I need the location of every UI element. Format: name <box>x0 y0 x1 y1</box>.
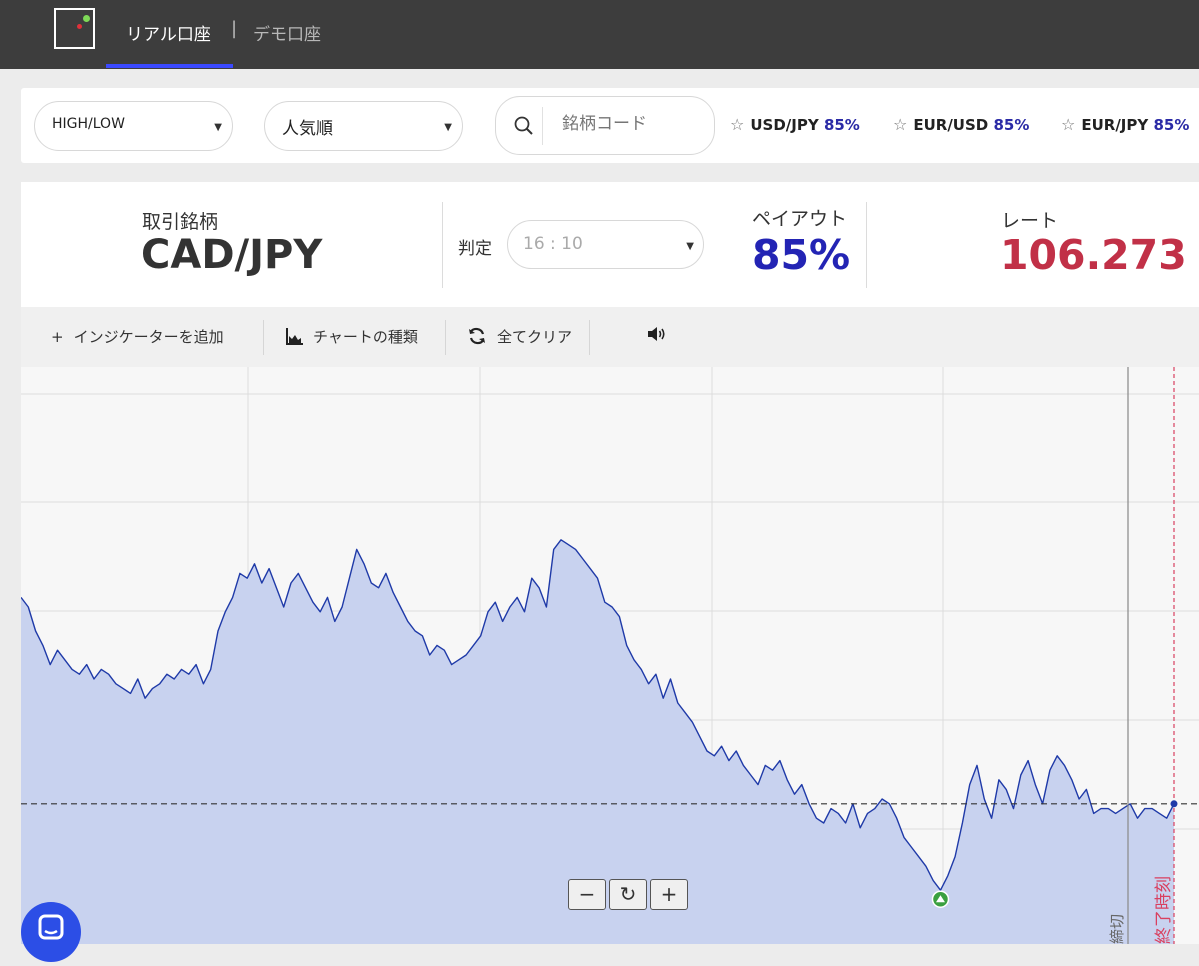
search-icon <box>514 116 533 135</box>
tab-separator: | <box>231 18 238 39</box>
app-logo[interactable] <box>54 8 95 49</box>
divider <box>442 202 443 288</box>
payout-label: ペイアウト <box>752 208 848 230</box>
symbol-label: 取引銘柄 <box>142 211 219 233</box>
tab-demo-account[interactable]: デモ口座 <box>253 20 321 45</box>
trade-type-select[interactable]: HIGH/LOW ▼ <box>34 101 233 151</box>
chat-icon <box>38 914 64 940</box>
caret-down-icon: ▼ <box>214 122 222 133</box>
zoom-out-button[interactable]: − <box>568 879 606 910</box>
favorite-pair-name: USD/JPY <box>750 116 819 134</box>
active-tab-indicator <box>106 64 233 68</box>
sort-order-select[interactable]: 人気順 ▼ <box>264 101 463 151</box>
zoom-in-button[interactable]: + <box>650 879 688 910</box>
trade-type-value: HIGH/LOW <box>52 116 125 132</box>
payout-value: 85% <box>752 231 851 279</box>
caret-down-icon: ▼ <box>686 241 694 252</box>
speaker-icon <box>648 327 665 341</box>
price-chart[interactable]: 締切 終了時刻 − ↻ + <box>21 367 1199 944</box>
reset-zoom-button[interactable]: ↻ <box>609 879 647 910</box>
favorite-pair-payout: 85% <box>993 116 1030 134</box>
add-indicator-label: インジケーターを追加 <box>73 328 224 346</box>
favorite-pair-eurjpy[interactable]: ☆ EUR/JPY 85% <box>1061 115 1189 134</box>
favorite-pair-usdjpy[interactable]: ☆ USD/JPY 85% <box>730 115 860 134</box>
divider <box>866 202 867 288</box>
chart-type-button[interactable]: チャートの種類 <box>286 326 418 347</box>
symbol-search-box[interactable] <box>495 96 715 155</box>
star-outline-icon[interactable]: ☆ <box>893 115 907 134</box>
filter-bar: HIGH/LOW ▼ 人気順 ▼ ☆ USD/JPY 85% ☆ EUR/USD 8… <box>21 88 1199 163</box>
search-divider <box>542 107 543 145</box>
rate-label: レート <box>1001 210 1059 232</box>
caret-down-icon: ▼ <box>444 122 452 133</box>
area-chart-icon <box>286 328 303 345</box>
favorite-pair-payout: 85% <box>1153 116 1190 134</box>
favorite-pair-eurusd[interactable]: ☆ EUR/USD 85% <box>893 115 1029 134</box>
logo-red-dot <box>77 24 82 29</box>
deadline-label: 締切 <box>1108 914 1126 944</box>
clear-all-button[interactable]: 全てクリア <box>467 326 572 347</box>
toolbar-divider <box>589 320 590 355</box>
judge-time-value: 16 : 10 <box>523 234 583 254</box>
symbol-search-input[interactable] <box>562 114 702 134</box>
price-chart-svg[interactable]: 締切 終了時刻 <box>21 367 1199 944</box>
judge-time-label: 判定 <box>458 239 492 259</box>
trade-info-panel: 取引銘柄 CAD/JPY 判定 16 : 10 ▼ ペイアウト 85% レート … <box>21 182 1199 307</box>
plus-icon: + <box>51 328 64 346</box>
judge-time-select[interactable]: 16 : 10 ▼ <box>507 220 704 269</box>
star-outline-icon[interactable]: ☆ <box>730 115 744 134</box>
chart-toolbar: + インジケーターを追加 チャートの種類 全てクリア <box>21 307 1199 367</box>
favorite-pair-payout: 85% <box>823 116 860 134</box>
end-time-label: 終了時刻 <box>1154 876 1174 944</box>
sound-toggle-button[interactable] <box>647 326 667 344</box>
toolbar-divider <box>445 320 446 355</box>
sort-order-value: 人気順 <box>282 119 333 139</box>
toolbar-divider <box>263 320 264 355</box>
refresh-icon <box>469 327 485 345</box>
add-indicator-button[interactable]: + インジケーターを追加 <box>51 326 224 347</box>
favorite-pair-name: EUR/USD <box>913 116 989 134</box>
rate-value: 106.273 <box>1000 231 1187 279</box>
top-nav-bar: リアル口座 | デモ口座 <box>0 0 1199 69</box>
current-price-dot <box>1170 800 1178 808</box>
chat-support-button[interactable] <box>21 902 81 962</box>
favorite-pair-name: EUR/JPY <box>1081 116 1149 134</box>
chart-type-label: チャートの種類 <box>313 328 418 346</box>
star-outline-icon[interactable]: ☆ <box>1061 115 1075 134</box>
clear-all-label: 全てクリア <box>497 328 573 346</box>
tab-real-account[interactable]: リアル口座 <box>126 20 211 45</box>
symbol-value: CAD/JPY <box>141 232 323 278</box>
logo-green-dot <box>83 15 90 22</box>
